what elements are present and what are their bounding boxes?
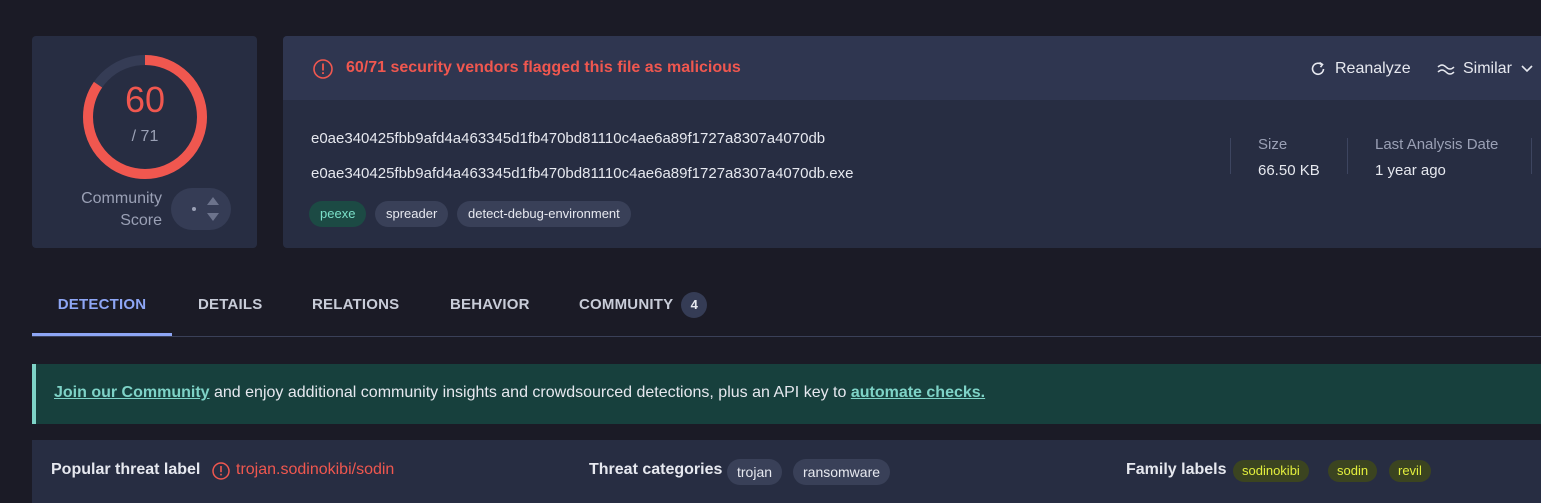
family-tag-revil[interactable]: revil bbox=[1389, 460, 1431, 482]
popular-threat-value[interactable]: trojan.sodinokibi/sodin bbox=[236, 461, 394, 479]
refresh-icon bbox=[1311, 61, 1325, 75]
reanalyze-button[interactable]: Reanalyze bbox=[1309, 57, 1411, 81]
file-hash[interactable]: e0ae340425fbb9afd4a463345d1fb470bd81110c… bbox=[311, 130, 825, 147]
last-analysis-date-label: Last Analysis Date bbox=[1375, 136, 1499, 153]
score-card: 60 / 71 Community Score bbox=[32, 36, 257, 248]
tab-behavior[interactable]: BEHAVIOR bbox=[450, 283, 530, 335]
malicious-alert-text: 60/71 security vendors flagged this file… bbox=[346, 59, 741, 76]
file-info-card: 60/71 security vendors flagged this file… bbox=[283, 36, 1541, 248]
vote-down-arrow-icon[interactable] bbox=[207, 213, 219, 221]
community-banner: Join our Community and enjoy additional … bbox=[32, 364, 1541, 424]
alert-bar: 60/71 security vendors flagged this file… bbox=[283, 36, 1541, 100]
similar-dropdown-button[interactable]: Similar bbox=[1437, 57, 1534, 81]
banner-text: Join our Community and enjoy additional … bbox=[54, 384, 986, 401]
chevron-down-icon bbox=[1521, 65, 1533, 73]
vote-up-arrow-icon[interactable] bbox=[207, 197, 219, 205]
join-community-link[interactable]: Join our Community bbox=[54, 384, 210, 401]
meta-divider bbox=[1230, 138, 1231, 174]
category-tag-ransomware[interactable]: ransomware bbox=[793, 459, 891, 485]
tab-relations[interactable]: RELATIONS bbox=[312, 283, 399, 335]
size-value: 66.50 KB bbox=[1258, 162, 1320, 179]
tab-bar: DETECTION DETAILS RELATIONS BEHAVIOR COM… bbox=[32, 283, 1541, 337]
file-name[interactable]: e0ae340425fbb9afd4a463345d1fb470bd81110c… bbox=[311, 165, 854, 182]
meta-divider bbox=[1347, 138, 1348, 174]
family-labels-label: Family labels bbox=[1126, 461, 1227, 478]
tag-detect-debug-environment[interactable]: detect-debug-environment bbox=[457, 201, 631, 227]
family-tag-sodin[interactable]: sodin bbox=[1328, 460, 1378, 482]
tag-peexe[interactable]: peexe bbox=[309, 201, 367, 227]
community-score-label: Community Score bbox=[81, 190, 162, 229]
community-vote-widget bbox=[171, 188, 231, 230]
last-analysis-date-value: 1 year ago bbox=[1375, 162, 1446, 179]
meta-divider bbox=[1531, 138, 1532, 174]
similar-waves-icon bbox=[1437, 64, 1455, 75]
category-tag-trojan[interactable]: trojan bbox=[727, 459, 783, 485]
popular-threat-label: Popular threat label bbox=[51, 461, 201, 478]
vote-score-dot bbox=[192, 207, 196, 211]
tab-detection[interactable]: DETECTION bbox=[32, 283, 172, 336]
alert-circle-icon bbox=[313, 59, 333, 79]
size-label: Size bbox=[1258, 136, 1288, 153]
community-count-badge: 4 bbox=[681, 292, 708, 319]
detection-count: 60 bbox=[124, 79, 166, 120]
alert-circle-icon bbox=[212, 462, 230, 480]
threat-summary-row: Popular threat label trojan.sodinokibi/s… bbox=[32, 440, 1541, 503]
tag-spreader[interactable]: spreader bbox=[375, 201, 449, 227]
detection-total: / 71 bbox=[131, 128, 159, 145]
family-tag-sodinokibi[interactable]: sodinokibi bbox=[1233, 460, 1309, 482]
tab-details[interactable]: DETAILS bbox=[198, 283, 262, 335]
tab-community[interactable]: COMMUNITY 4 bbox=[579, 283, 708, 335]
threat-categories-label: Threat categories bbox=[589, 461, 723, 478]
automate-checks-link[interactable]: automate checks. bbox=[851, 384, 985, 401]
